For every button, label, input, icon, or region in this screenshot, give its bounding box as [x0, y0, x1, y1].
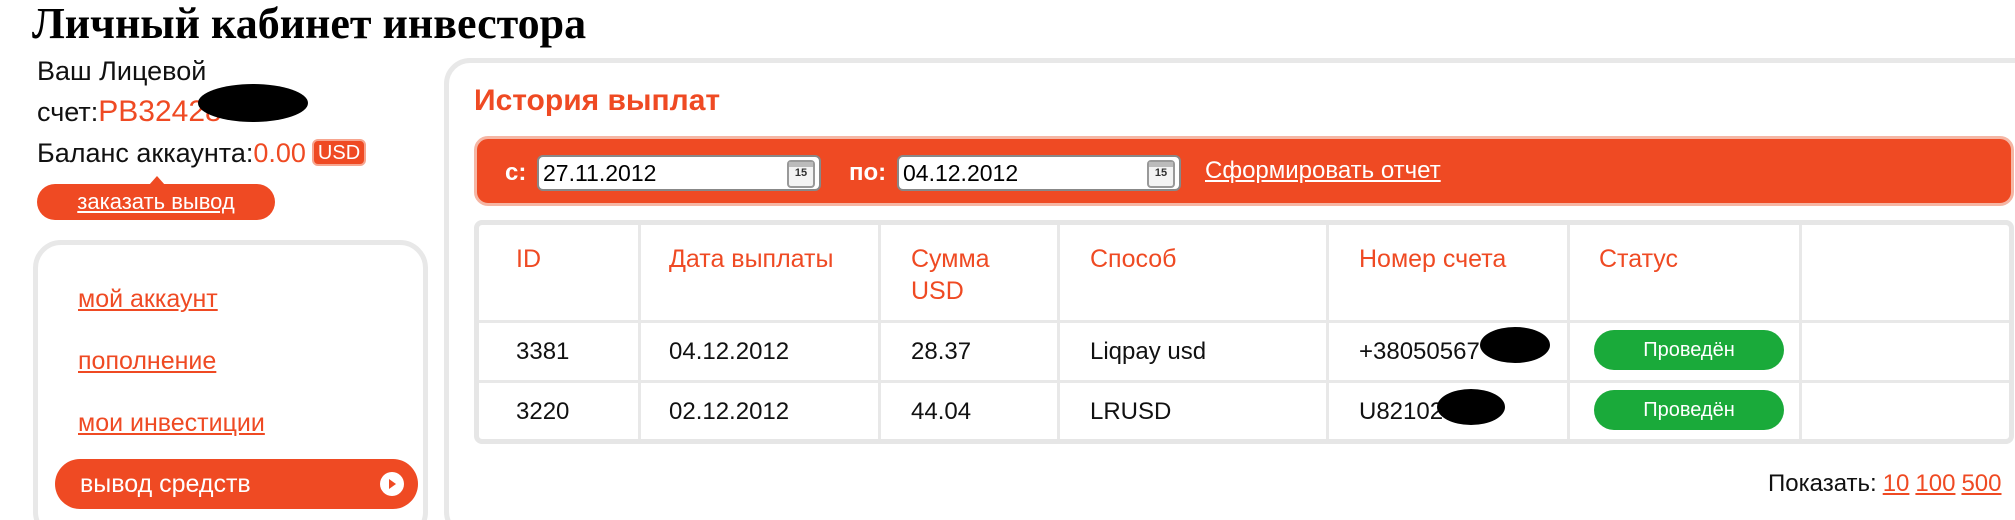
column-header-amount: Сумма USD — [911, 245, 990, 305]
column-divider — [878, 225, 881, 439]
table-row-amount: 44.04 — [911, 398, 972, 425]
to-date-field[interactable]: 04.12.2012 15 — [897, 155, 1181, 191]
table-row-account: U82102 — [1359, 398, 1444, 425]
table-row-method: LRUSD — [1090, 398, 1172, 425]
from-date-value: 27.11.2012 — [543, 160, 657, 186]
from-label: с: — [505, 159, 527, 186]
page-size-option-100[interactable]: 100 — [1915, 470, 1955, 497]
sidebar-menu: мой аккаунт пополнение мои инвестиции вы… — [33, 240, 428, 520]
arrow-right-icon — [380, 472, 404, 496]
currency-badge: USD — [311, 139, 367, 166]
status-badge: Проведён — [1594, 330, 1784, 370]
date-filter-bar: с: 27.11.2012 15 по: 04.12.2012 15 Сформ… — [474, 136, 2014, 206]
table-row-date: 02.12.2012 — [669, 398, 790, 425]
redaction-mark — [1480, 327, 1550, 363]
payouts-table: ID Дата выплаты Сумма USD Способ Номер с… — [474, 220, 2014, 444]
row-divider — [479, 320, 2009, 323]
status-badge: Проведён — [1594, 390, 1784, 430]
table-row-date: 04.12.2012 — [669, 338, 790, 365]
account-label-suffix: счет: — [37, 97, 99, 127]
column-header-status: Статус — [1599, 245, 1679, 273]
column-header-account: Номер счета — [1359, 245, 1507, 273]
sidebar-item-label: вывод средств — [80, 470, 251, 498]
page-size-label: Показать: — [1768, 470, 1877, 497]
balance-value: 0.00 — [253, 138, 306, 168]
sidebar-item-my-account[interactable]: мой аккаунт — [78, 285, 218, 314]
section-title: История выплат — [474, 84, 721, 117]
to-date-value: 04.12.2012 — [903, 160, 1019, 186]
table-row-id: 3220 — [516, 398, 570, 425]
column-divider — [1567, 225, 1570, 439]
column-divider — [1326, 225, 1329, 439]
column-header-id: ID — [516, 245, 541, 273]
table-row-id: 3381 — [516, 338, 570, 365]
table-row-amount: 28.37 — [911, 338, 972, 365]
sidebar-item-deposit[interactable]: пополнение — [78, 347, 216, 376]
calendar-icon[interactable]: 15 — [1147, 160, 1175, 188]
page-title: Личный кабинет инвестора — [32, 0, 587, 48]
sidebar-item-my-investments[interactable]: мои инвестиции — [78, 409, 265, 438]
to-label: по: — [849, 159, 887, 186]
page-size-selector: Показать: 10 100 500 — [1768, 470, 2002, 498]
calendar-icon[interactable]: 15 — [787, 160, 815, 188]
generate-report-link[interactable]: Сформировать отчет — [1205, 157, 1441, 185]
redaction-mark — [198, 84, 308, 122]
page-size-option-10[interactable]: 10 — [1883, 470, 1910, 497]
page-size-option-500[interactable]: 500 — [1961, 470, 2001, 497]
order-withdrawal-button[interactable]: заказать вывод — [37, 176, 275, 220]
balance-line: Баланс аккаунта:0.00 USD — [37, 138, 367, 169]
row-divider — [479, 380, 2009, 383]
account-number-line: счет:PB32428 — [37, 95, 222, 129]
sidebar-item-withdrawal[interactable]: вывод средств — [55, 459, 418, 509]
redaction-mark — [1437, 389, 1505, 425]
column-divider — [1057, 225, 1060, 439]
table-row-method: Liqpay usd — [1090, 338, 1207, 365]
from-date-field[interactable]: 27.11.2012 15 — [537, 155, 821, 191]
column-divider — [638, 225, 641, 439]
column-divider — [1799, 225, 1802, 439]
table-row-account: +38050567 — [1359, 338, 1480, 365]
account-label: Ваш Лицевой — [37, 56, 207, 86]
balance-label: Баланс аккаунта: — [37, 138, 254, 168]
column-header-method: Способ — [1090, 245, 1177, 273]
column-header-date: Дата выплаты — [669, 245, 834, 273]
